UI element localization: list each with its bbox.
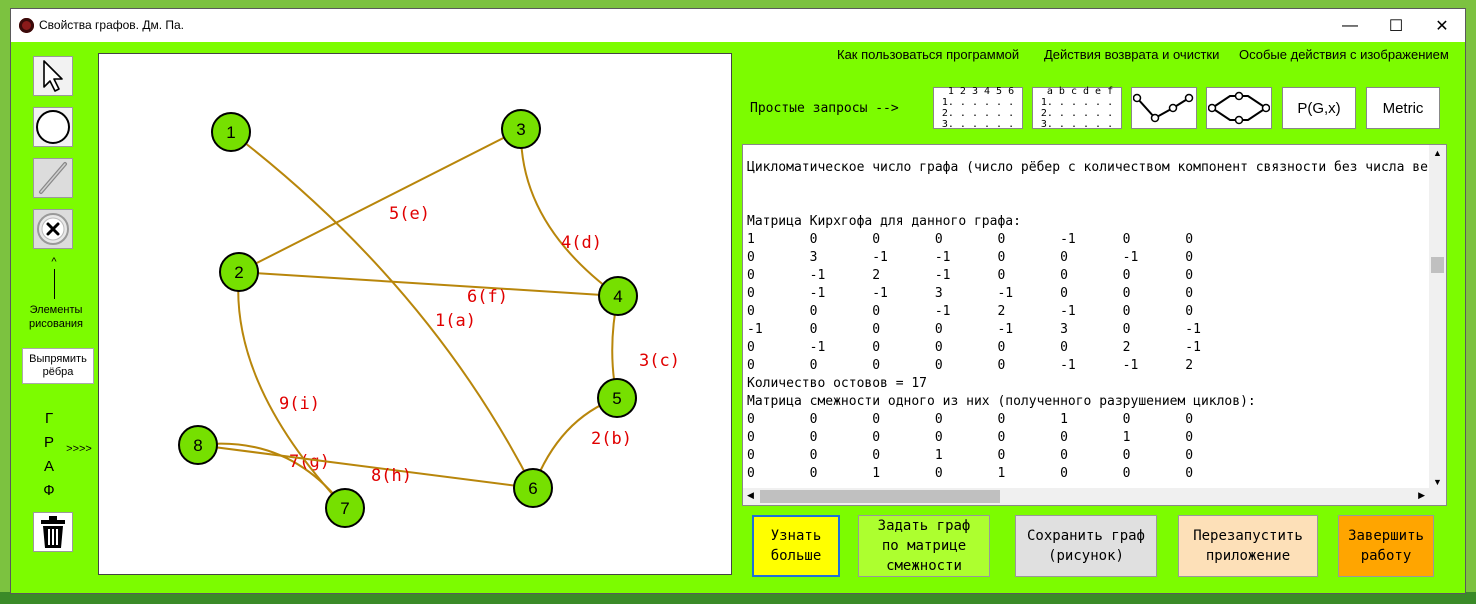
- menu-how-to-use[interactable]: Как пользоваться программой: [837, 47, 1019, 62]
- vertex-label: 4: [613, 287, 622, 306]
- vertex-1[interactable]: 1: [211, 112, 251, 152]
- incidence-matrix-button[interactable]: a b c d e f 1. . . . . . 2. . . . . . 3.…: [1032, 86, 1122, 130]
- restart-app-button[interactable]: Перезапустить приложение: [1178, 515, 1318, 577]
- edge-h[interactable]: [197, 444, 534, 489]
- cursor-arrow-icon: [43, 60, 63, 92]
- cycle-icon: [1208, 91, 1270, 125]
- save-graph-button[interactable]: Сохранить граф (рисунок): [1015, 515, 1157, 577]
- menu-image-actions[interactable]: Особые действия с изображением: [1239, 47, 1449, 62]
- vertex-4[interactable]: 4: [598, 276, 638, 316]
- learn-more-button[interactable]: Узнать больше: [752, 515, 840, 577]
- edge-f[interactable]: [238, 271, 619, 297]
- circle-icon: [36, 110, 70, 144]
- path-query-button[interactable]: [1131, 87, 1197, 129]
- vertex-3[interactable]: 3: [501, 109, 541, 149]
- clear-button[interactable]: [33, 512, 73, 552]
- set-graph-by-matrix-button[interactable]: Задать граф по матрице смежности: [858, 515, 990, 577]
- drawing-elements-label: Элементы рисования: [28, 304, 84, 330]
- cycle-query-button[interactable]: [1206, 87, 1272, 129]
- toolbar-divider: [54, 269, 55, 299]
- edge-a[interactable]: [230, 131, 534, 489]
- vertex-label: 2: [234, 263, 243, 282]
- graph-arrows: >>>>: [66, 443, 92, 455]
- metric-button[interactable]: Metric: [1366, 87, 1440, 129]
- vertex-5[interactable]: 5: [597, 378, 637, 418]
- vertex-label: 3: [516, 120, 525, 139]
- line-icon: [39, 162, 67, 194]
- vertical-scrollbar[interactable]: ▲ ▼: [1429, 145, 1446, 490]
- maximize-button[interactable]: ☐: [1373, 9, 1419, 42]
- caret-mark: ^: [51, 256, 57, 268]
- adjacency-matrix-button[interactable]: 1 2 3 4 5 6 1. . . . . . 2. . . . . . 3.…: [933, 86, 1023, 130]
- edge-i[interactable]: [237, 271, 346, 509]
- vertex-label: 7: [340, 499, 349, 518]
- path-icon: [1133, 93, 1194, 123]
- x-circle-icon: [37, 213, 69, 245]
- app-icon: [19, 18, 34, 33]
- finish-button[interactable]: Завершить работу: [1338, 515, 1434, 577]
- scroll-right-arrow[interactable]: ▶: [1418, 490, 1425, 501]
- vertex-label: 1: [226, 123, 235, 142]
- edge-label-b: 2(b): [591, 429, 632, 449]
- vertex-label: 8: [193, 436, 202, 455]
- vertex-label: 6: [528, 479, 537, 498]
- pointer-tool[interactable]: [33, 56, 73, 96]
- edge-label-h: 8(h): [371, 466, 412, 486]
- edge-label-f: 6(f): [467, 287, 508, 307]
- horizontal-scrollbar[interactable]: ◀ ▶: [743, 488, 1429, 505]
- output-text-area[interactable]: Цикломатическое число графа (число рёбер…: [742, 144, 1447, 506]
- scroll-left-arrow[interactable]: ◀: [747, 490, 754, 501]
- menu-undo-clear[interactable]: Действия возврата и очистки: [1044, 47, 1219, 62]
- scroll-up-arrow[interactable]: ▲: [1433, 148, 1442, 158]
- edge-label-c: 3(c): [639, 351, 680, 371]
- minimize-button[interactable]: —: [1327, 9, 1373, 42]
- edges-layer: 1(a)2(b)3(c)4(d)5(e)6(f)7(g)8(h)9(i): [197, 128, 680, 509]
- scroll-corner: [1429, 488, 1446, 505]
- app-window: Свойства графов. Дм. Па. — ☐ ✕ Как польз…: [10, 8, 1466, 594]
- scroll-down-arrow[interactable]: ▼: [1433, 477, 1442, 487]
- graph-vertical-label: Г Р А Ф: [43, 410, 55, 499]
- edge-tool[interactable]: [33, 158, 73, 198]
- delete-tool[interactable]: [33, 209, 73, 249]
- vertex-label: 5: [612, 389, 621, 408]
- graph-drawing[interactable]: 1(a)2(b)3(c)4(d)5(e)6(f)7(g)8(h)9(i)1234…: [99, 54, 731, 574]
- simple-queries-label: Простые запросы -->: [750, 101, 899, 116]
- output-text: Цикломатическое число графа (число рёбер…: [747, 160, 1446, 481]
- adjacency-matrix-preview: 1 2 3 4 5 6 1. . . . . . 2. . . . . . 3.…: [941, 86, 1015, 130]
- title-bar: Свойства графов. Дм. Па. — ☐ ✕: [11, 9, 1465, 42]
- vertex-tool[interactable]: [33, 107, 73, 147]
- close-button[interactable]: ✕: [1419, 9, 1465, 42]
- horizontal-scroll-thumb[interactable]: [760, 490, 1000, 503]
- edge-label-i: 9(i): [279, 394, 320, 414]
- edge-label-d: 4(d): [561, 233, 602, 253]
- trash-icon: [41, 516, 65, 548]
- vertex-6[interactable]: 6: [513, 468, 553, 508]
- edge-d[interactable]: [519, 128, 619, 297]
- vertex-7[interactable]: 7: [325, 488, 365, 528]
- edge-e[interactable]: [238, 128, 522, 273]
- vertex-8[interactable]: 8: [178, 425, 218, 465]
- straighten-edges-button[interactable]: Выпрямить рёбра: [22, 348, 94, 384]
- edge-label-e: 5(e): [389, 204, 430, 224]
- incidence-matrix-preview: a b c d e f 1. . . . . . 2. . . . . . 3.…: [1040, 86, 1114, 130]
- pgx-button[interactable]: P(G,x): [1282, 87, 1356, 129]
- drawing-canvas[interactable]: 1(a) 2(b) 3(c) 4(d) 5(e) 6(f) 7(g) 8(h) 9(i) 1 2 3 4…: [98, 53, 732, 575]
- window-title: Свойства графов. Дм. Па.: [39, 18, 185, 32]
- vertex-2[interactable]: 2: [219, 252, 259, 292]
- edge-label-a: 1(a): [435, 311, 476, 331]
- vertical-scroll-thumb[interactable]: [1431, 257, 1444, 273]
